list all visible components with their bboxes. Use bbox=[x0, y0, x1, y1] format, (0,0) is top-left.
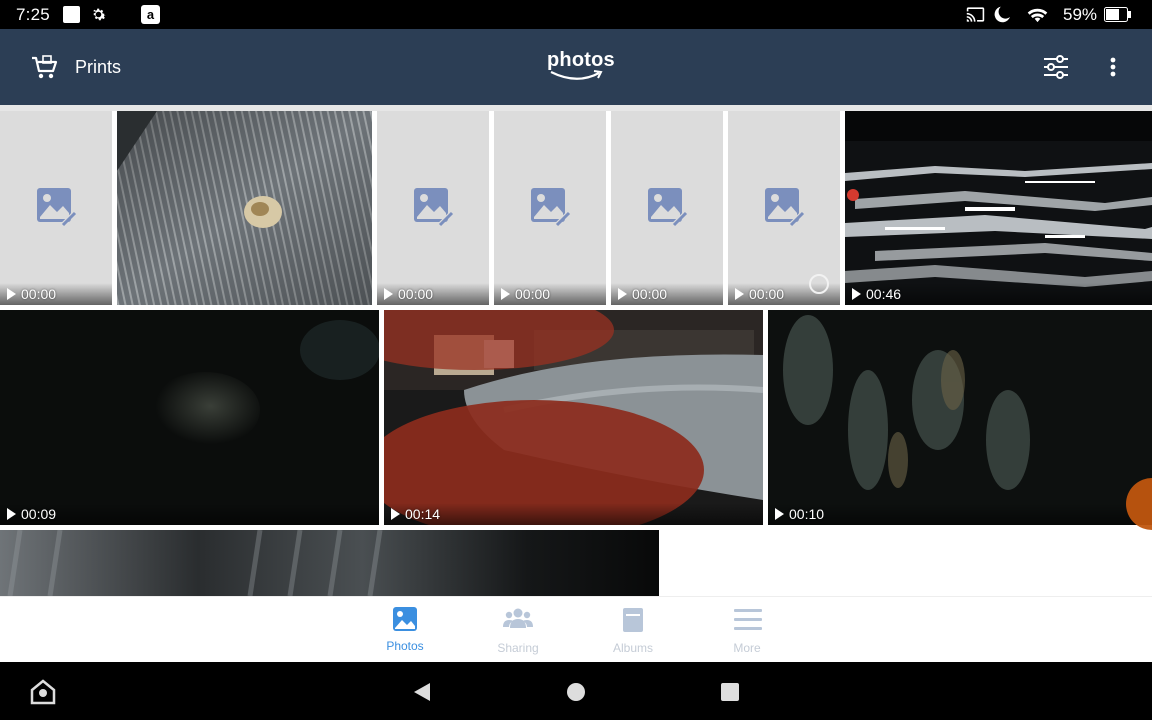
duration-text: 00:46 bbox=[866, 286, 902, 302]
placeholder-image-icon bbox=[36, 187, 79, 234]
play-icon bbox=[391, 508, 400, 520]
duration-text: 00:14 bbox=[405, 506, 441, 522]
loading-spinner-icon bbox=[808, 273, 830, 300]
video-thumbnail bbox=[768, 310, 1152, 525]
status-bar: 7:25 a 59% bbox=[0, 0, 1152, 29]
duration-text: 00:00 bbox=[632, 286, 668, 302]
placeholder-image-icon bbox=[647, 187, 690, 234]
video-duration: 00:10 bbox=[775, 506, 824, 522]
photo-thumbnail bbox=[0, 530, 659, 596]
duration-text: 00:10 bbox=[789, 506, 825, 522]
duration-text: 00:00 bbox=[515, 286, 551, 302]
more-vertical-icon bbox=[1100, 57, 1126, 87]
media-tile[interactable]: 00:09 bbox=[0, 310, 379, 525]
media-tile[interactable]: 00:00 bbox=[728, 111, 840, 305]
video-duration: 00:14 bbox=[391, 506, 440, 522]
app-bar: Prints photos bbox=[0, 29, 1152, 105]
media-tile[interactable] bbox=[0, 530, 659, 596]
battery-icon bbox=[1104, 7, 1132, 27]
media-tile[interactable]: 00:10 bbox=[768, 310, 1152, 525]
nav-tab-photos[interactable]: Photos bbox=[365, 597, 445, 663]
placeholder-image-icon bbox=[413, 187, 456, 234]
play-icon bbox=[7, 508, 16, 520]
media-tile[interactable]: 00:00 bbox=[494, 111, 606, 305]
menu-lines-icon bbox=[734, 606, 762, 637]
prints-button[interactable]: Prints bbox=[30, 48, 130, 88]
duration-text: 00:00 bbox=[398, 286, 434, 302]
sliders-icon bbox=[1040, 55, 1072, 87]
amazon-icon: a bbox=[141, 5, 160, 29]
bottom-navigation: Photos Sharing Albums More bbox=[0, 596, 1152, 663]
video-thumbnail bbox=[845, 111, 1152, 305]
svg-text:a: a bbox=[147, 7, 155, 22]
notification-square-icon bbox=[63, 5, 81, 28]
video-thumbnail bbox=[0, 310, 379, 525]
video-thumbnail bbox=[384, 310, 763, 525]
play-icon bbox=[7, 288, 16, 300]
nav-label-sharing: Sharing bbox=[497, 641, 539, 655]
duration-text: 00:00 bbox=[21, 286, 57, 302]
back-triangle-icon[interactable] bbox=[413, 682, 431, 707]
media-tile[interactable]: 00:14 bbox=[384, 310, 763, 525]
cast-icon bbox=[966, 5, 985, 29]
video-overlay bbox=[768, 503, 1152, 525]
play-icon bbox=[618, 288, 627, 300]
video-overlay bbox=[384, 503, 763, 525]
photos-icon bbox=[392, 606, 418, 637]
status-time: 7:25 bbox=[16, 5, 50, 24]
placeholder-image-icon bbox=[530, 187, 573, 234]
placeholder-image-icon bbox=[764, 187, 807, 234]
system-navigation-bar bbox=[0, 662, 1152, 720]
nav-label-photos: Photos bbox=[386, 639, 424, 653]
nav-label-albums: Albums bbox=[612, 641, 653, 655]
photo-thumbnail bbox=[117, 111, 372, 305]
play-icon bbox=[501, 288, 510, 300]
nav-label-more: More bbox=[733, 641, 761, 655]
video-duration: 00:00 bbox=[735, 286, 784, 302]
duration-text: 00:00 bbox=[749, 286, 785, 302]
video-duration: 00:00 bbox=[7, 286, 56, 302]
play-icon bbox=[735, 288, 744, 300]
nav-tab-albums[interactable]: Albums bbox=[593, 597, 673, 663]
home-circle-icon[interactable] bbox=[566, 682, 586, 707]
media-tile[interactable]: 00:46 bbox=[845, 111, 1152, 305]
nav-tab-sharing[interactable]: Sharing bbox=[478, 597, 558, 663]
duration-text: 00:09 bbox=[21, 506, 57, 522]
wifi-icon bbox=[1026, 5, 1049, 29]
nav-tab-more[interactable]: More bbox=[707, 597, 787, 663]
video-overlay bbox=[0, 503, 379, 525]
play-icon bbox=[775, 508, 784, 520]
settings-gear-icon bbox=[89, 5, 108, 29]
shopping-cart-icon bbox=[30, 54, 60, 87]
home-kids-icon[interactable] bbox=[30, 679, 56, 710]
media-tile[interactable]: 00:00 bbox=[377, 111, 489, 305]
video-duration: 00:00 bbox=[618, 286, 667, 302]
prints-label: Prints bbox=[75, 57, 122, 77]
filter-settings-button[interactable] bbox=[1040, 51, 1072, 83]
recents-square-icon[interactable] bbox=[720, 682, 740, 707]
play-icon bbox=[852, 288, 861, 300]
video-duration: 00:09 bbox=[7, 506, 56, 522]
video-duration: 00:00 bbox=[501, 286, 550, 302]
do-not-disturb-moon-icon bbox=[993, 5, 1012, 29]
sharing-people-icon bbox=[503, 606, 533, 637]
media-tile[interactable]: 00:00 bbox=[611, 111, 723, 305]
overflow-menu-button[interactable] bbox=[1100, 51, 1126, 83]
battery-percent: 59% bbox=[1063, 5, 1098, 24]
amazon-smile-icon bbox=[549, 69, 605, 88]
media-tile[interactable] bbox=[117, 111, 372, 305]
media-tile[interactable]: 00:00 bbox=[0, 111, 112, 305]
video-duration: 00:00 bbox=[384, 286, 433, 302]
video-duration: 00:46 bbox=[852, 286, 901, 302]
albums-icon bbox=[620, 606, 646, 639]
play-icon bbox=[384, 288, 393, 300]
